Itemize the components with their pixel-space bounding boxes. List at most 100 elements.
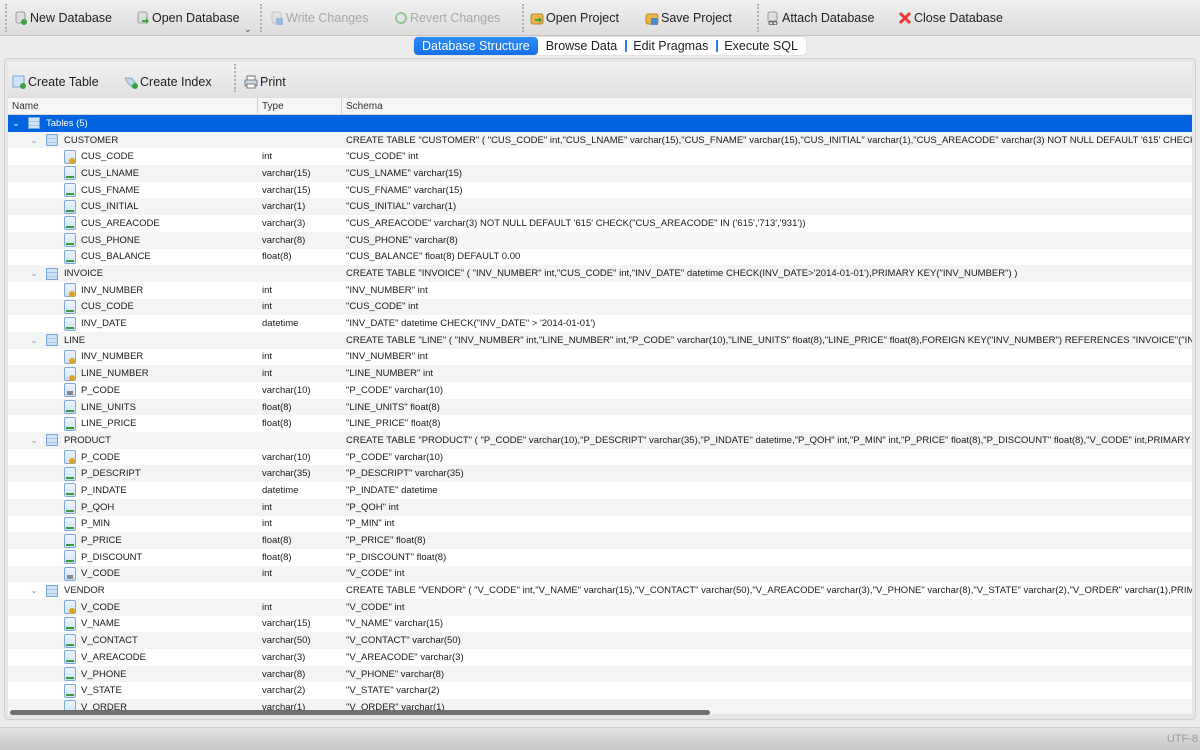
schema-cell: "CUS_LNAME" varchar(15) [346, 167, 463, 179]
table-row[interactable]: ⌄ CUSTOMER CREATE TABLE "CUSTOMER" ( "CUS_… [8, 131, 1192, 149]
write-changes-icon [270, 11, 284, 25]
open-database-button[interactable]: Open Database [136, 9, 240, 27]
tab-execute-sql[interactable]: Execute SQL [716, 37, 806, 55]
field-row[interactable]: CUS_LNAME varchar(15) "CUS_LNAME" varchar(… [8, 165, 1192, 182]
open-database-label: Open Database [152, 11, 240, 25]
printer-icon [244, 75, 258, 89]
chevron-down-icon[interactable]: ⌄ [28, 335, 40, 346]
field-row[interactable]: CUS_AREACODE varchar(3) "CUS_AREACODE" var… [8, 215, 1192, 232]
tab-database-structure[interactable]: Database Structure [414, 37, 538, 55]
field-row[interactable]: P_DISCOUNT float(8) "P_DISCOUNT" float(8) [8, 549, 1192, 566]
field-row[interactable]: LINE_PRICE float(8) "LINE_PRICE" float(8) [8, 415, 1192, 432]
revert-changes-button[interactable]: Revert Changes [394, 9, 500, 27]
field-row[interactable]: V_AREACODE varchar(3) "V_AREACODE" varchar… [8, 649, 1192, 666]
chevron-down-icon[interactable]: ⌄ [28, 135, 40, 146]
create-table-icon [12, 75, 26, 89]
open-database-dropdown-chevron-icon[interactable]: ⌄ [244, 24, 252, 35]
name-cell: ⌄ VENDOR [8, 584, 258, 597]
create-index-icon [124, 75, 138, 89]
tree-root-tables[interactable]: ⌄ Tables (5) [8, 115, 1192, 132]
type-cell: int [262, 368, 273, 380]
table-icon [46, 334, 58, 347]
type-cell: int [262, 518, 273, 530]
create-index-button[interactable]: Create Index [124, 73, 212, 91]
schema-cell: CREATE TABLE "INVOICE" ( "INV_NUMBER" in… [346, 268, 1018, 280]
field-row[interactable]: LINE_UNITS float(8) "LINE_UNITS" float(8) [8, 398, 1192, 416]
field-row[interactable]: CUS_BALANCE float(8) "CUS_BALANCE" float(8… [8, 249, 1192, 266]
field-name: P_PRICE [81, 535, 122, 547]
field-row[interactable]: P_CODE varchar(10) "P_CODE" varchar(10) [8, 449, 1192, 466]
field-row[interactable]: CUS_INITIAL varchar(1) "CUS_INITIAL" varch… [8, 198, 1192, 216]
schema-cell: CREATE TABLE "CUSTOMER" ( "CUS_CODE" int… [346, 134, 1192, 146]
field-row[interactable]: CUS_CODE int "CUS_CODE" int [8, 148, 1192, 165]
field-row[interactable]: V_CONTACT varchar(50) "V_CONTACT" varchar(… [8, 632, 1192, 649]
tab-bar: Database Structure Browse Data Edit Prag… [0, 36, 1200, 56]
toolbar-separator [234, 64, 236, 92]
field-row[interactable]: P_QOH int "P_QOH" int [8, 498, 1192, 516]
field-row[interactable]: P_MIN int "P_MIN" int [8, 516, 1192, 533]
name-cell: V_CODE [8, 600, 258, 615]
column-header-name[interactable]: Name [8, 98, 258, 114]
type-cell: int [262, 301, 273, 313]
table-icon [46, 134, 58, 147]
name-cell: INV_NUMBER [8, 283, 258, 298]
write-changes-button[interactable]: Write Changes [270, 9, 368, 27]
field-row[interactable]: V_CODE int "V_CODE" int [8, 598, 1192, 616]
save-project-button[interactable]: Save Project [645, 9, 732, 27]
attach-database-button[interactable]: Attach Database [766, 9, 874, 27]
field-row[interactable]: V_CODE int "V_CODE" int [8, 565, 1192, 583]
table-name: PRODUCT [64, 434, 111, 446]
chevron-down-icon[interactable]: ⌄ [28, 435, 40, 446]
field-row[interactable]: CUS_FNAME varchar(15) "CUS_FNAME" varchar(… [8, 182, 1192, 199]
field-name: CUS_PHONE [81, 234, 141, 246]
field-name: V_CODE [81, 601, 121, 613]
revert-changes-label: Revert Changes [410, 11, 501, 25]
horizontal-scrollbar[interactable] [10, 710, 710, 715]
type-cell: float(8) [262, 401, 292, 413]
field-icon [64, 166, 76, 181]
new-database-label: New Database [30, 11, 112, 25]
field-row[interactable]: INV_NUMBER int "INV_NUMBER" int [8, 349, 1192, 366]
close-database-button[interactable]: Close Database [898, 9, 1003, 27]
field-row[interactable]: CUS_PHONE varchar(8) "CUS_PHONE" varchar(8… [8, 231, 1192, 249]
type-cell: int [262, 601, 273, 613]
tables-root-label: Tables (5) [46, 117, 88, 129]
field-row[interactable]: CUS_CODE int "CUS_CODE" int [8, 298, 1192, 316]
field-row[interactable]: INV_DATE datetime "INV_DATE" datetime CHEC… [8, 315, 1192, 332]
field-row[interactable]: INV_NUMBER int "INV_NUMBER" int [8, 282, 1192, 299]
table-row[interactable]: ⌄ INVOICE CREATE TABLE "INVOICE" ( "INV_NU… [8, 265, 1192, 282]
schema-cell: CREATE TABLE "LINE" ( "INV_NUMBER" int,"… [346, 334, 1192, 346]
tab-edit-pragmas[interactable]: Edit Pragmas [625, 37, 716, 55]
field-row[interactable]: V_NAME varchar(15) "V_NAME" varchar(15) [8, 616, 1192, 633]
field-row[interactable]: V_PHONE varchar(8) "V_PHONE" varchar(8) [8, 665, 1192, 683]
column-header-schema[interactable]: Schema [342, 98, 1192, 114]
table-row[interactable]: ⌄ PRODUCT CREATE TABLE "PRODUCT" ( "P_CODE… [8, 432, 1192, 449]
tab-browse-data[interactable]: Browse Data [538, 37, 626, 55]
field-icon [64, 550, 76, 565]
column-header-type[interactable]: Type [258, 98, 342, 114]
field-row[interactable]: P_INDATE datetime "P_INDATE" datetime [8, 482, 1192, 499]
open-project-button[interactable]: Open Project [530, 9, 619, 27]
field-row[interactable]: V_STATE varchar(2) "V_STATE" varchar(2) [8, 682, 1192, 699]
print-button[interactable]: Print [244, 73, 286, 91]
save-project-label: Save Project [661, 11, 732, 25]
field-name: LINE_UNITS [81, 401, 136, 413]
field-row[interactable]: P_DESCRIPT varchar(35) "P_DESCRIPT" varcha… [8, 465, 1192, 483]
schema-cell: "P_CODE" varchar(10) [346, 451, 444, 463]
field-icon [64, 183, 76, 198]
field-row[interactable]: P_PRICE float(8) "P_PRICE" float(8) [8, 532, 1192, 549]
field-icon [64, 650, 76, 665]
new-database-button[interactable]: New Database [14, 9, 112, 27]
field-row[interactable]: LINE_NUMBER int "LINE_NUMBER" int [8, 365, 1192, 382]
create-table-button[interactable]: Create Table [12, 73, 99, 91]
table-row[interactable]: ⌄ VENDOR CREATE TABLE "VENDOR" ( "V_CODE" … [8, 582, 1192, 599]
table-row[interactable]: ⌄ LINE CREATE TABLE "LINE" ( "INV_NUMBER" … [8, 331, 1192, 349]
name-cell: ⌄ CUSTOMER [8, 134, 258, 147]
field-row[interactable]: P_CODE varchar(10) "P_CODE" varchar(10) [8, 382, 1192, 399]
chevron-down-icon[interactable]: ⌄ [28, 268, 40, 279]
schema-tree-view[interactable]: Name Type Schema ⌄ Tables (5) ⌄ CUSTOMER C… [8, 98, 1192, 714]
schema-cell: "V_AREACODE" varchar(3) [346, 651, 464, 663]
field-name: CUS_CODE [81, 151, 134, 163]
chevron-down-icon[interactable]: ⌄ [28, 585, 40, 596]
chevron-down-icon[interactable]: ⌄ [10, 118, 22, 129]
